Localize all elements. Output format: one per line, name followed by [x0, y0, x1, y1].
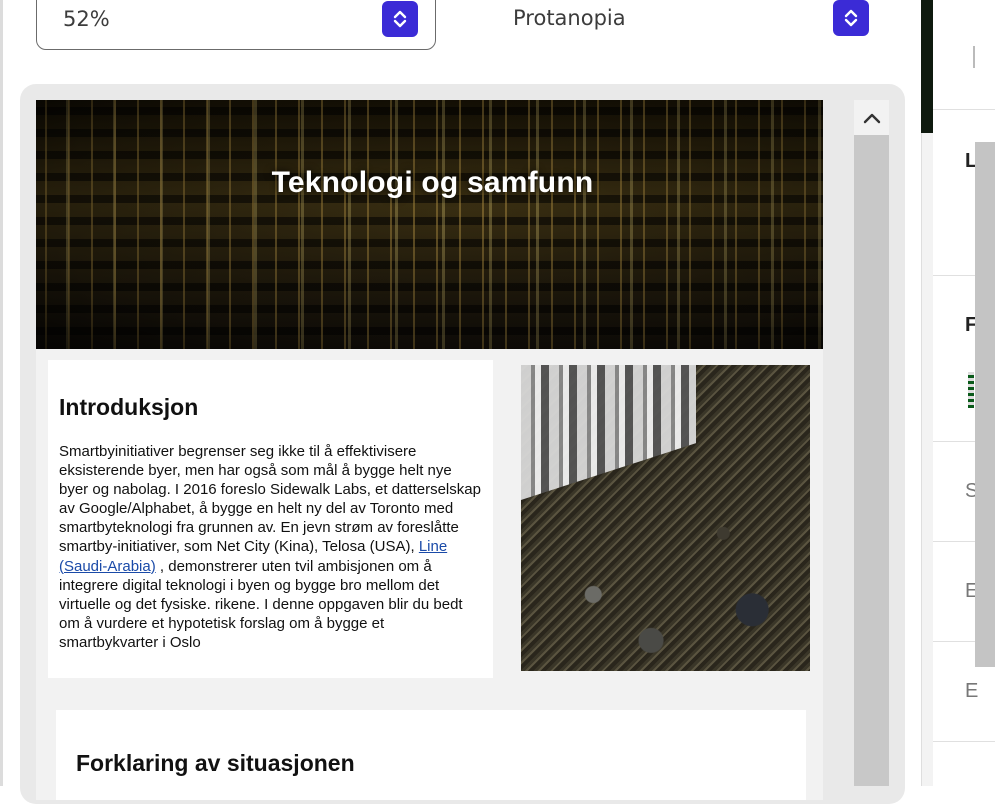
preview-scrollbar[interactable] [854, 100, 889, 786]
intro-text-part-1: Smartbyinitiativer begrenser seg ikke ti… [59, 443, 481, 556]
explanation-heading: Forklaring av situasjonen [76, 750, 355, 776]
intro-text: Smartbyinitiativer begrenser seg ikke ti… [59, 442, 484, 652]
chevron-up-icon [863, 113, 880, 123]
vision-mode-value: Protanopia [513, 6, 626, 30]
intro-heading: Introduksjon [59, 394, 199, 420]
banner-image [36, 100, 823, 349]
zoom-select-value: 52% [63, 7, 110, 31]
document-preview[interactable]: Teknologi og samfunn Introduksjon Smartb… [36, 100, 823, 800]
window-edge [0, 0, 3, 786]
zoom-select[interactable]: 52% [36, 0, 436, 50]
explanation-section: Forklaring av situasjonen [56, 710, 806, 800]
heatsink-graphic [521, 365, 696, 500]
zoom-stepper-icon[interactable] [382, 1, 418, 37]
right-item-label: E [965, 680, 979, 702]
intro-section: Introduksjon Smartbyinitiativer begrense… [48, 360, 493, 678]
circuit-board-image [521, 365, 810, 671]
banner-title: Teknologi og samfunn [271, 166, 594, 199]
right-item-marker [973, 46, 975, 68]
right-thumbnail-strip [921, 0, 933, 133]
vision-mode-stepper-icon[interactable] [833, 0, 869, 36]
scroll-up-button[interactable] [854, 100, 889, 135]
thumbnail-icon [968, 372, 974, 408]
right-scrollbar[interactable] [975, 142, 995, 667]
right-list-item-top[interactable] [933, 0, 995, 110]
